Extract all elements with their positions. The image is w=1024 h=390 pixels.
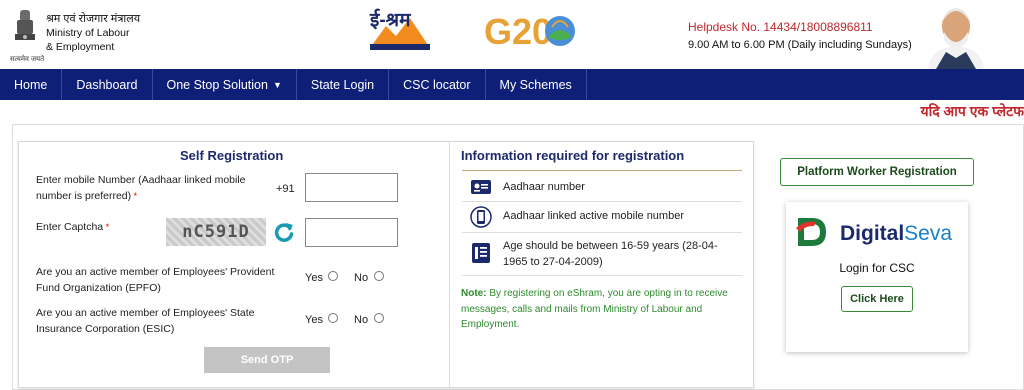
mobile-phone-icon xyxy=(470,206,492,228)
nav-my-schemes-label: My Schemes xyxy=(499,77,572,92)
nav-csc-locator-label: CSC locator xyxy=(403,77,471,92)
document-icon xyxy=(472,243,490,263)
esic-no-label: No xyxy=(354,314,369,326)
mobile-number-input[interactable] xyxy=(305,173,398,202)
login-for-csc-label: Login for CSC xyxy=(839,261,915,275)
emblem-caption: सत्यमेव जयते xyxy=(10,56,45,63)
nav-csc-locator[interactable]: CSC locator xyxy=(389,69,486,100)
info-row-mobile: Aadhaar linked active mobile number xyxy=(462,202,742,233)
nav-home[interactable]: Home xyxy=(0,69,63,100)
mobile-label: Enter mobile Number (Aadhaar linked mobi… xyxy=(36,172,246,204)
info-row-age: Age should be between 16-59 years (28-04… xyxy=(462,233,742,276)
main-navigation: Home Dashboard One Stop Solution ▼ State … xyxy=(0,69,1024,100)
nav-dashboard-label: Dashboard xyxy=(76,77,138,92)
info-text-mobile: Aadhaar linked active mobile number xyxy=(503,210,684,222)
nav-dashboard[interactable]: Dashboard xyxy=(62,69,153,100)
ministry-hindi: श्रम एवं रोजगार मंत्रालय xyxy=(46,13,141,25)
note-label: Note: xyxy=(461,288,487,299)
csc-click-here-button[interactable]: Click Here xyxy=(841,286,913,312)
captcha-image: nC591D xyxy=(166,218,266,246)
nav-home-label: Home xyxy=(14,77,48,92)
captcha-label: Enter Captcha * xyxy=(36,219,109,235)
captcha-input[interactable] xyxy=(305,218,398,247)
caret-down-icon: ▼ xyxy=(272,79,282,90)
refresh-captcha-icon[interactable] xyxy=(273,221,295,243)
id-card-icon xyxy=(471,180,491,194)
epfo-yes-radio[interactable] xyxy=(328,271,338,281)
site-header: श्रम एवं रोजगार मंत्रालय Ministry of Lab… xyxy=(0,0,1024,69)
portrait-image xyxy=(916,0,996,69)
platform-worker-registration-button[interactable]: Platform Worker Registration xyxy=(780,158,974,186)
info-title-underline xyxy=(462,170,742,171)
nav-state-login-label: State Login xyxy=(310,77,375,92)
nav-my-schemes[interactable]: My Schemes xyxy=(486,69,587,100)
info-text-age: Age should be between 16-59 years (28-04… xyxy=(503,240,718,268)
epfo-question: Are you an active member of Employees' P… xyxy=(36,266,275,294)
ministry-line2: & Employment xyxy=(46,41,115,53)
seva-text: Seva xyxy=(904,222,953,245)
note-text: By registering on eShram, you are opting… xyxy=(461,288,728,330)
required-asterisk: * xyxy=(131,191,138,201)
esic-yes-label: Yes xyxy=(305,314,323,326)
section-divider xyxy=(449,142,450,387)
mobile-label-text: Enter mobile Number (Aadhaar linked mobi… xyxy=(36,174,246,202)
nav-one-stop-solution-label: One Stop Solution xyxy=(166,77,268,92)
nav-state-login[interactable]: State Login xyxy=(297,69,390,100)
mobile-prefix: +91 xyxy=(276,183,295,195)
epfo-yes-label: Yes xyxy=(305,272,323,284)
helpdesk-hours: 9.00 AM to 6.00 PM (Daily including Sund… xyxy=(688,39,912,51)
required-asterisk: * xyxy=(103,222,110,232)
self-registration-title: Self Registration xyxy=(180,148,284,163)
lotus-globe-icon xyxy=(545,16,575,46)
esic-no-radio[interactable] xyxy=(374,313,384,323)
nav-one-stop-solution[interactable]: One Stop Solution ▼ xyxy=(153,69,297,100)
digital-seva-logo-icon xyxy=(796,218,826,246)
epfo-no-radio[interactable] xyxy=(374,271,384,281)
epfo-no-label: No xyxy=(354,272,369,284)
national-emblem-icon xyxy=(15,10,35,40)
g20-logo: G20 xyxy=(484,7,580,63)
esic-yes-radio[interactable] xyxy=(328,313,338,323)
info-text-aadhaar: Aadhaar number xyxy=(503,181,585,193)
consent-note: Note: By registering on eShram, you are … xyxy=(461,286,743,333)
send-otp-button[interactable]: Send OTP xyxy=(204,347,330,373)
info-title: Information required for registration xyxy=(461,148,685,163)
ministry-line1: Ministry of Labour xyxy=(46,27,130,39)
digital-text: Digital xyxy=(840,222,905,245)
csc-login-card: DigitalSeva Login for CSC Click Here xyxy=(786,202,968,352)
captcha-label-text: Enter Captcha xyxy=(36,221,104,233)
info-row-aadhaar: Aadhaar number xyxy=(462,172,742,202)
helpdesk-number: Helpdesk No. 14434/18008896811 xyxy=(688,20,873,34)
esic-question: Are you an active member of Employees' S… xyxy=(36,307,255,335)
digital-seva-wordmark: DigitalSeva xyxy=(840,222,952,246)
eshram-text: ई-श्रम xyxy=(370,10,411,31)
ministry-name: श्रम एवं रोजगार मंत्रालय Ministry of Lab… xyxy=(46,12,140,54)
scrolling-announcement[interactable]: यदि आप एक प्लेटफ xyxy=(920,102,1024,121)
